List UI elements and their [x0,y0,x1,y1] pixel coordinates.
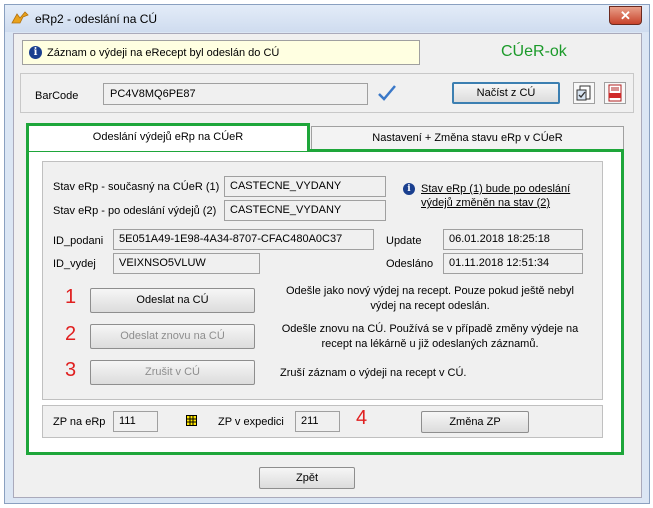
check-icon [378,85,396,101]
resend-description-line1: Odešle znovu na CÚ. Používá se v případě… [281,323,579,335]
tab-send[interactable]: Odeslání výdejů eRp na CÚeR [26,123,310,151]
id-vydej-label: ID_vydej [53,258,96,270]
info-icon: i [29,46,42,59]
barcode-group: BarCode PC4V8MQ6PE87 Načíst z CÚ [20,73,634,113]
grid-icon [186,415,197,426]
back-button[interactable]: Zpět [259,467,355,489]
current-state-label: Stav eRp - současný na CÚeR (1) [53,181,220,193]
title-bar[interactable]: eRp2 - odeslání na CÚ ✕ [5,5,649,32]
client-area: i Záznam o výdeji na eRecept byl odeslán… [13,33,642,498]
send-to-cu-button[interactable]: Odeslat na CÚ [90,288,255,313]
cancel-description-line1: Zruší záznam o výdeji na recept v CÚ. [280,367,467,379]
save-icon-button[interactable] [573,82,595,104]
zp-erp-field: 111 [113,411,158,432]
step-number-3: 3 [65,359,77,381]
cancel-description: Zruší záznam o výdeji na recept v CÚ. [280,366,480,381]
step-number-4: 4 [356,407,368,429]
zp-expedition-label: ZP v expedici [218,416,284,428]
info-text: Záznam o výdeji na eRecept byl odeslán d… [47,47,280,59]
sent-field: 01.11.2018 12:51:34 [443,253,583,274]
info-bar: i Záznam o výdeji na eRecept byl odeslán… [22,40,420,65]
info-icon: i [403,183,415,195]
resend-to-cu-button[interactable]: Odeslat znovu na CÚ [90,324,255,349]
zp-expedition-field: 211 [295,411,340,432]
tab-panel: Stav eRp - současný na CÚeR (1) CASTECNE… [26,149,624,455]
load-from-cu-button[interactable]: Načíst z CÚ [452,82,560,104]
pdf-icon [608,84,622,102]
resend-description-line2: recept na lékárně u již odeslaných zázna… [321,338,539,350]
send-description-line1: Odešle jako nový výdej na recept. Pouze … [285,285,574,297]
status-label: CÚeR-ok [501,43,567,60]
barcode-label: BarCode [35,90,79,102]
change-zp-button[interactable]: Změna ZP [421,411,529,433]
app-icon [11,11,29,24]
id-vydej-field: VEIXNSO5VLUW [113,253,260,274]
state-change-link-line1[interactable]: Stav eRp (1) bude po odeslání [421,182,570,196]
after-state-label: Stav eRp - po odeslání výdejů (2) [53,205,217,217]
id-podani-field: 5E051A49-1E98-4A34-8707-CFAC480A0C37 [113,229,374,250]
step-number-1: 1 [65,286,77,308]
id-podani-label: ID_podani [53,235,104,247]
after-state-field: CASTECNE_VYDANY [224,200,386,221]
window-title: eRp2 - odeslání na CÚ [35,12,158,26]
step-number-2: 2 [65,323,77,345]
tab-settings[interactable]: Nastavení + Změna stavu eRp v CÚeR [311,126,624,151]
update-label: Update [386,235,422,247]
current-state-field: CASTECNE_VYDANY [224,176,386,197]
app-window: eRp2 - odeslání na CÚ ✕ i Záznam o výdej… [4,4,650,504]
sent-label: Odesláno [386,258,434,270]
send-description-line2: výdej na recept odeslán. [370,300,490,312]
zp-group: ZP na eRp 111 ZP v expedici 211 4 Změna … [42,405,603,438]
document-check-icon [576,85,591,101]
grid-icon-glyph [187,416,196,425]
send-description: Odešle jako nový výdej na recept. Pouze … [280,284,580,314]
state-change-link-line2[interactable]: výdejů změněn na stav (2) [421,196,550,210]
pdf-icon-button[interactable] [604,82,626,104]
barcode-input[interactable]: PC4V8MQ6PE87 [103,83,368,105]
send-group: Stav eRp - současný na CÚeR (1) CASTECNE… [42,161,603,400]
zp-erp-label: ZP na eRp [53,416,106,428]
close-button[interactable]: ✕ [609,6,642,25]
update-field: 06.01.2018 18:25:18 [443,229,583,250]
resend-description: Odešle znovu na CÚ. Používá se v případě… [280,322,580,352]
cancel-in-cu-button[interactable]: Zrušit v CÚ [90,360,255,385]
